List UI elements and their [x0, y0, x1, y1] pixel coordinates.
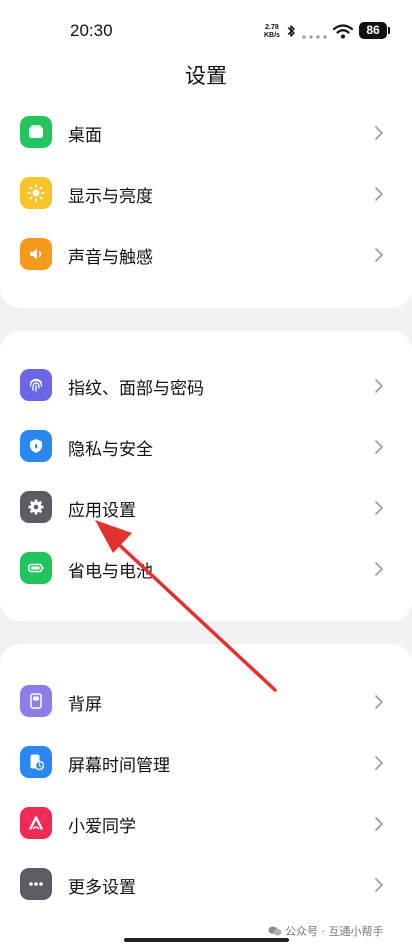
- settings-item-fingerprint-face-password[interactable]: 指纹、面部与密码: [0, 355, 412, 416]
- settings-item-display-brightness[interactable]: 显示与亮度: [0, 163, 412, 224]
- settings-item-label: 桌面: [68, 126, 102, 146]
- shield-icon: [20, 430, 52, 462]
- sun-icon: [20, 177, 52, 209]
- settings-item-label: 小爱同学: [68, 817, 136, 837]
- chevron-right-icon: [375, 126, 383, 140]
- page-title: 设置: [185, 64, 227, 88]
- status-bar: 20:30 2.78 KB/s 86: [0, 0, 412, 50]
- network-speed: 2.78 KB/s: [264, 24, 280, 40]
- settings-item-label: 显示与亮度: [68, 187, 153, 207]
- watermark: 公众号 · 互通小帮手: [268, 923, 384, 939]
- settings-group-3: 背屏 屏幕时间管理 小爱同学 更多设置: [0, 644, 412, 948]
- watermark-text: 公众号 · 互通小帮手: [285, 925, 384, 938]
- chevron-right-icon: [375, 756, 383, 770]
- settings-group-1: 桌面 显示与亮度 声音与触感: [0, 102, 412, 308]
- chevron-right-icon: [375, 562, 383, 576]
- settings-item-label: 隐私与安全: [68, 440, 153, 460]
- status-time: 20:30: [70, 21, 113, 40]
- chevron-right-icon: [375, 695, 383, 709]
- fingerprint-icon: [20, 369, 52, 401]
- xiaoai-icon: [20, 807, 52, 839]
- speaker-icon: [20, 238, 52, 270]
- chevron-right-icon: [375, 440, 383, 454]
- chevron-right-icon: [375, 501, 383, 515]
- settings-item-xiaoai[interactable]: 小爱同学: [0, 793, 412, 854]
- bluetooth-icon: [287, 25, 295, 37]
- more-icon: [20, 868, 52, 900]
- settings-item-privacy-security[interactable]: 隐私与安全: [0, 416, 412, 477]
- network-speed-value: 2.78: [265, 24, 279, 31]
- settings-item-label: 背屏: [68, 695, 102, 715]
- chevron-right-icon: [375, 187, 383, 201]
- wifi-icon: [333, 24, 353, 39]
- settings-item-desktop[interactable]: 桌面: [0, 102, 412, 163]
- home-indicator[interactable]: [124, 938, 289, 942]
- settings-item-label: 应用设置: [68, 501, 136, 521]
- settings-item-screen-time[interactable]: 屏幕时间管理: [0, 732, 412, 793]
- settings-item-label: 指纹、面部与密码: [68, 379, 204, 399]
- settings-item-sound-haptics[interactable]: 声音与触感: [0, 224, 412, 285]
- wechat-icon: [268, 926, 282, 936]
- settings-item-label: 屏幕时间管理: [68, 756, 170, 776]
- chevron-right-icon: [375, 248, 383, 262]
- settings-item-label: 更多设置: [68, 878, 136, 898]
- desktop-icon: [20, 116, 52, 148]
- chevron-right-icon: [375, 817, 383, 831]
- settings-item-battery[interactable]: 省电与电池: [0, 538, 412, 599]
- chevron-right-icon: [375, 878, 383, 892]
- gear-icon: [20, 491, 52, 523]
- settings-item-label: 声音与触感: [68, 248, 153, 268]
- signal-icon: [302, 35, 327, 39]
- settings-item-label: 省电与电池: [68, 562, 153, 582]
- screen-time-icon: [20, 746, 52, 778]
- settings-item-back-screen[interactable]: 背屏: [0, 671, 412, 732]
- settings-group-2: 指纹、面部与密码 隐私与安全 应用设置 省电与电池: [0, 331, 412, 621]
- chevron-right-icon: [375, 379, 383, 393]
- settings-item-more-settings[interactable]: 更多设置: [0, 854, 412, 915]
- back-screen-icon: [20, 685, 52, 717]
- battery-icon: [20, 552, 52, 584]
- settings-item-app-settings[interactable]: 应用设置: [0, 477, 412, 538]
- battery-indicator: 86: [359, 22, 390, 39]
- network-speed-unit: KB/s: [264, 32, 280, 39]
